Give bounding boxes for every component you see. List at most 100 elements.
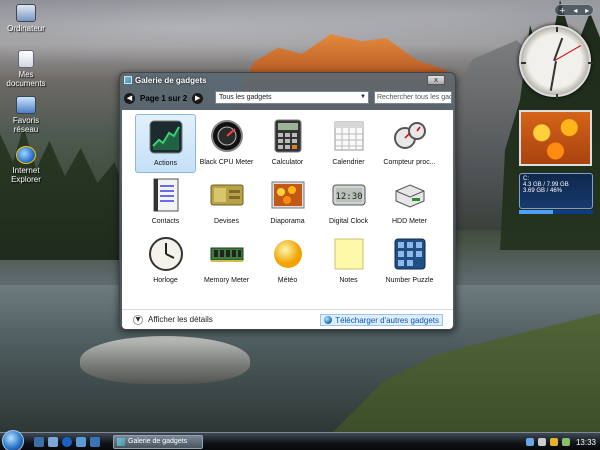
start-button[interactable] — [2, 430, 24, 450]
clock-minute-hand — [549, 61, 557, 91]
slideshow-icon — [271, 181, 304, 209]
calendar-icon — [334, 121, 363, 151]
drive-meter-gadget[interactable]: C: 4.3 GB / 7.99 GB 3.69 GB / 46% — [519, 173, 593, 209]
mail-icon[interactable] — [90, 437, 100, 447]
gadget-tile-horloge[interactable]: Horloge — [135, 232, 196, 291]
next-page-button[interactable]: ▶ — [192, 92, 204, 104]
system-tray: 13:33 — [522, 433, 600, 450]
gadget-tile-compteur-proc[interactable]: Compteur proc... — [379, 114, 440, 173]
memory-icon — [210, 247, 243, 262]
desktop-icon-computer[interactable]: Ordinateur — [0, 4, 52, 33]
notes-icon — [334, 238, 363, 270]
gadget-label: Notes — [339, 277, 358, 284]
calculator-icon — [274, 119, 301, 153]
internet-explorer-icon[interactable] — [62, 437, 72, 447]
gadget-label: HDD Meter — [391, 218, 427, 225]
media-icon[interactable] — [76, 437, 86, 447]
prev-page-button[interactable]: ◀ — [124, 92, 135, 104]
gadget-tile-diaporama[interactable]: Diaporama — [257, 173, 318, 232]
gadget-label: Black CPU Meter — [199, 159, 254, 166]
window-titlebar[interactable]: Galerie de gadgets x — [120, 73, 455, 87]
gadget-gallery-window: Galerie de gadgets x ◀ Page 1 sur 2 ▶ To… — [119, 72, 456, 330]
gadget-label: Memory Meter — [203, 277, 250, 284]
currency-icon — [210, 184, 243, 206]
gadget-tile-actions[interactable]: Actions — [135, 114, 196, 173]
desktop-icon-label: Mes documents — [6, 70, 46, 88]
gadget-gallery-icon — [117, 438, 125, 446]
gadget-tile-black-cpu-meter[interactable]: Black CPU Meter — [196, 114, 257, 173]
computer-icon — [16, 4, 36, 22]
gadget-tile-memory-meter[interactable]: Memory Meter — [196, 232, 257, 291]
desktop-icon-label: Favoris réseau — [12, 116, 40, 134]
gadget-label: Horloge — [153, 277, 178, 284]
wallpaper-trees-left — [0, 127, 130, 260]
gadget-label: Contacts — [151, 218, 180, 225]
show-details-toggle[interactable]: ▼ Afficher les détails — [133, 314, 213, 325]
drive-usage-bar — [519, 210, 593, 214]
desktop-icon-network[interactable]: Favoris réseau — [0, 96, 52, 134]
gadget-grid: Actions Black CPU Meter Calculator Calen… — [135, 114, 445, 291]
gadget-label: Compteur proc... — [383, 159, 436, 166]
clock-tick — [588, 62, 593, 64]
gadget-tile-number-puzzle[interactable]: Number Puzzle — [379, 232, 440, 291]
documents-icon — [18, 50, 34, 68]
clock-icon — [148, 237, 183, 271]
sidebar-controls: + ◂ ▸ — [554, 4, 594, 16]
clock-tick — [556, 94, 558, 99]
cpu-gauge-icon — [393, 122, 426, 149]
sidebar-prev-button[interactable]: ◂ — [573, 6, 577, 15]
clock-gadget[interactable] — [519, 25, 593, 99]
switch-windows-icon[interactable] — [48, 437, 58, 447]
shield-icon[interactable] — [561, 438, 570, 446]
notification-icon[interactable] — [549, 438, 558, 446]
globe-icon — [324, 316, 333, 324]
sidebar-add-button[interactable]: + — [559, 6, 566, 15]
gadget-label: Météo — [277, 277, 298, 284]
desktop-icon-documents[interactable]: Mes documents — [0, 50, 52, 88]
network-icon — [16, 96, 36, 114]
sidebar-next-button[interactable]: ▸ — [585, 6, 589, 15]
wallpaper-rock — [80, 336, 250, 384]
desktop-icon-label: Ordinateur — [7, 24, 45, 33]
gadget-filter-value: Tous les gadgets — [219, 94, 272, 101]
desktop-icon-label: Internet Explorer — [11, 166, 41, 184]
show-desktop-icon[interactable] — [34, 437, 44, 447]
gadget-tile-devises[interactable]: Devises — [196, 173, 257, 232]
gadget-tile-hdd-meter[interactable]: HDD Meter — [379, 173, 440, 232]
taskbar-task-gadget-gallery[interactable]: Galerie de gadgets — [113, 435, 203, 449]
stocks-icon — [149, 120, 182, 154]
volume-icon[interactable] — [537, 438, 546, 446]
taskbar: Galerie de gadgets 13:33 — [0, 430, 600, 450]
download-more-gadgets-label: Télécharger d'autres gadgets — [335, 315, 439, 325]
download-more-gadgets-link[interactable]: Télécharger d'autres gadgets — [320, 314, 443, 326]
network-tray-icon[interactable] — [525, 438, 534, 446]
slideshow-gadget[interactable] — [519, 110, 592, 166]
gadget-gallery-icon — [124, 76, 132, 84]
task-label: Galerie de gadgets — [128, 438, 188, 445]
gadget-filter-select[interactable]: Tous les gadgets ▼ — [215, 91, 369, 104]
gadget-gallery-content: Actions Black CPU Meter Calculator Calen… — [122, 110, 453, 329]
taskbar-clock[interactable]: 13:33 — [576, 438, 596, 447]
drive-usage-line2: 3.69 GB / 46% — [523, 188, 563, 194]
gadget-tile-calendrier[interactable]: Calendrier — [318, 114, 379, 173]
gadget-tile-calculator[interactable]: Calculator — [257, 114, 318, 173]
hdd-icon — [395, 184, 424, 208]
gadget-tile-meteo[interactable]: Météo — [257, 232, 318, 291]
digital-clock-icon: 12:30 — [332, 184, 365, 206]
contacts-icon — [153, 178, 178, 212]
close-button[interactable]: x — [427, 75, 445, 85]
clock-tick — [556, 27, 558, 32]
gadget-tile-contacts[interactable]: Contacts — [135, 173, 196, 232]
clock-tick — [521, 62, 526, 64]
internet-explorer-icon — [16, 146, 36, 164]
gadget-tile-digital-clock[interactable]: 12:30 Digital Clock — [318, 173, 379, 232]
desktop-icon-ie[interactable]: Internet Explorer — [0, 146, 52, 184]
show-details-label: Afficher les détails — [148, 315, 213, 324]
gadget-label: Diaporama — [270, 218, 305, 225]
drive-usage-fill — [519, 210, 554, 214]
digital-clock-readout: 12:30 — [335, 192, 362, 202]
gadget-search-input[interactable]: Rechercher tous les gadgets — [374, 91, 452, 104]
gadget-tile-notes[interactable]: Notes — [318, 232, 379, 291]
puzzle-icon — [394, 238, 425, 270]
gadget-label: Actions — [154, 160, 177, 167]
